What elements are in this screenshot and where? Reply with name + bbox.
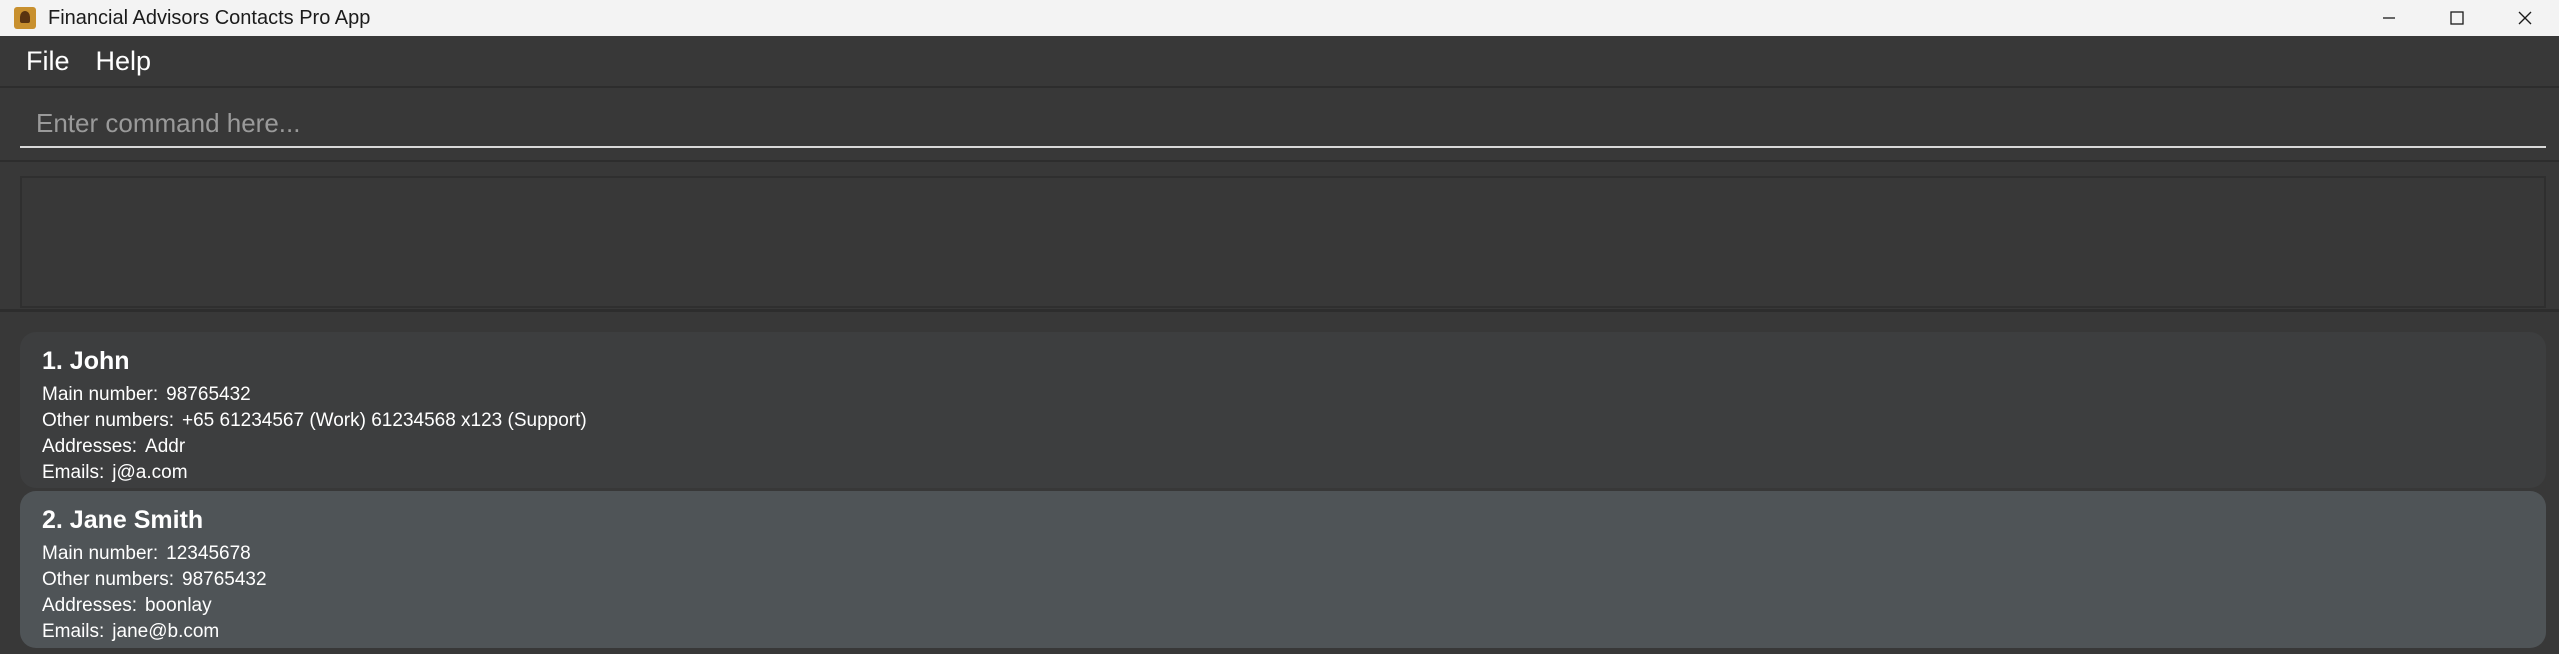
result-display-pane bbox=[0, 164, 2559, 312]
contact-main-number: Main number: 12345678 bbox=[42, 541, 2546, 567]
other-numbers-value: 98765432 bbox=[182, 569, 267, 590]
other-numbers-value: +65 61234567 (Work) 61234568 x123 (Suppo… bbox=[182, 410, 587, 431]
command-box bbox=[0, 90, 2559, 162]
close-icon bbox=[2518, 11, 2532, 25]
command-input[interactable] bbox=[20, 100, 2546, 148]
main-number-value: 98765432 bbox=[166, 384, 251, 405]
main-number-value: 12345678 bbox=[166, 543, 251, 564]
close-button[interactable] bbox=[2491, 0, 2559, 36]
addresses-label: Addresses: bbox=[42, 595, 138, 616]
maximize-icon bbox=[2450, 11, 2464, 25]
menu-file[interactable]: File bbox=[14, 35, 82, 87]
contact-list[interactable]: 1. John Main number: 98765432 Other numbe… bbox=[0, 320, 2559, 654]
other-numbers-label: Other numbers: bbox=[42, 410, 174, 431]
emails-label: Emails: bbox=[42, 462, 105, 483]
emails-value: jane@b.com bbox=[112, 621, 220, 642]
contact-other-numbers: Other numbers: +65 61234567 (Work) 612345… bbox=[42, 408, 2546, 434]
title-bar: Financial Advisors Contacts Pro App bbox=[0, 0, 2559, 36]
emails-label: Emails: bbox=[42, 621, 105, 642]
contact-emails: Emails: j@a.com bbox=[42, 460, 2546, 486]
contact-name: 1. John bbox=[42, 347, 130, 375]
contact-card[interactable]: 1. John Main number: 98765432 Other numbe… bbox=[20, 332, 2546, 488]
contact-emails: Emails: jane@b.com bbox=[42, 619, 2546, 645]
minimize-icon bbox=[2383, 17, 2395, 19]
addresses-label: Addresses: bbox=[42, 436, 138, 457]
contact-name: 2. Jane Smith bbox=[42, 506, 204, 534]
window-title: Financial Advisors Contacts Pro App bbox=[48, 6, 371, 29]
menu-help[interactable]: Help bbox=[84, 35, 164, 87]
contact-main-number: Main number: 98765432 bbox=[42, 382, 2546, 408]
app-icon bbox=[14, 7, 36, 29]
emails-value: j@a.com bbox=[112, 462, 188, 483]
main-number-label: Main number: bbox=[42, 384, 159, 405]
contact-other-numbers: Other numbers: 98765432 bbox=[42, 567, 2546, 593]
maximize-button[interactable] bbox=[2423, 0, 2491, 36]
window-controls bbox=[2355, 0, 2559, 36]
result-display[interactable] bbox=[20, 176, 2546, 308]
contact-addresses: Addresses: Addr bbox=[42, 434, 2546, 460]
addresses-value: boonlay bbox=[145, 595, 212, 616]
other-numbers-label: Other numbers: bbox=[42, 569, 174, 590]
main-number-label: Main number: bbox=[42, 543, 159, 564]
contact-addresses: Addresses: boonlay bbox=[42, 593, 2546, 619]
menu-bar: File Help bbox=[0, 36, 2559, 88]
contact-card-selected[interactable]: 2. Jane Smith Main number: 12345678 Other… bbox=[20, 491, 2546, 648]
addresses-value: Addr bbox=[145, 436, 186, 457]
minimize-button[interactable] bbox=[2355, 0, 2423, 36]
